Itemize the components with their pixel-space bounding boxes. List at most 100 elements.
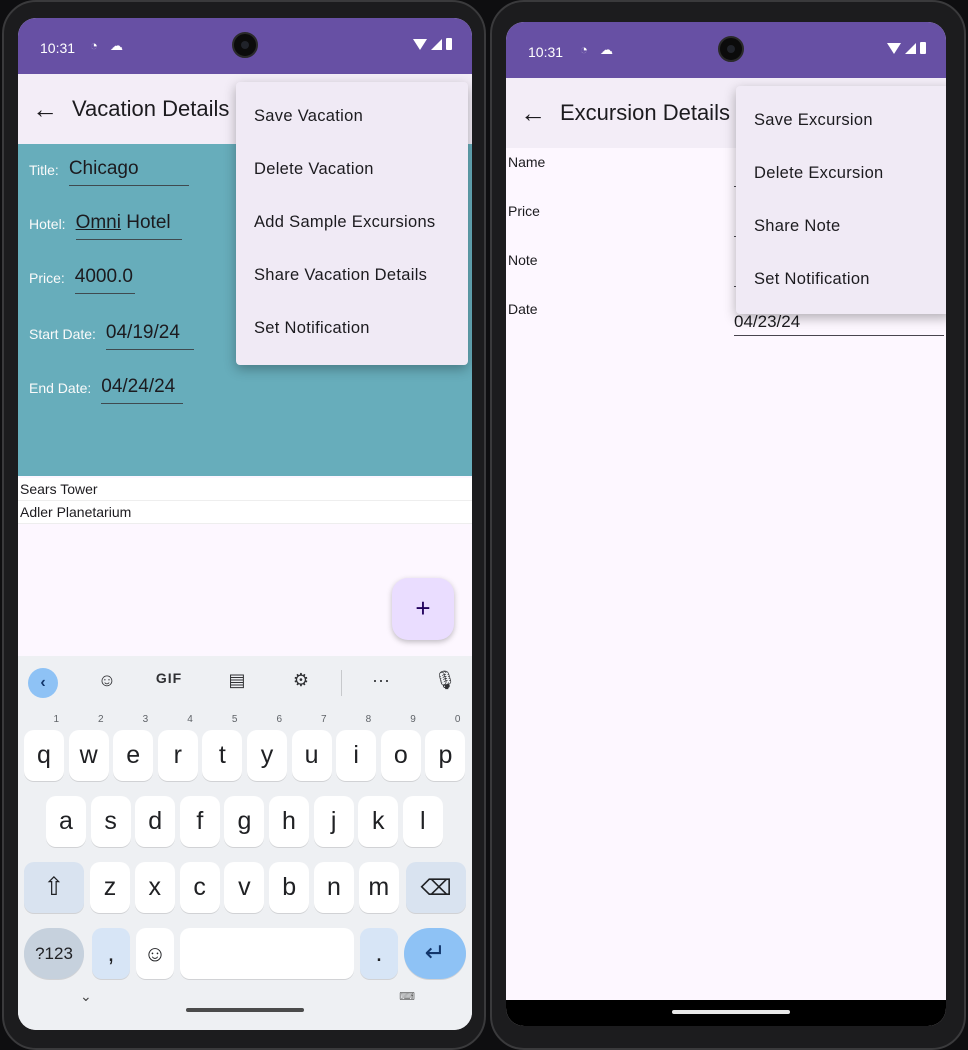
hotel-input[interactable]: Omni Hotel	[75, 212, 182, 240]
shift-key[interactable]: ⇧	[24, 862, 84, 913]
end-date-input[interactable]: 04/24/24	[101, 376, 184, 404]
key-m[interactable]: m	[358, 862, 399, 913]
title-input[interactable]: Chicago	[68, 158, 189, 186]
menu-item-set-notification[interactable]: Set Notification	[236, 302, 468, 355]
key-q[interactable]: q1	[24, 714, 64, 781]
vacation-overflow-menu: Save Vacation Delete Vacation Add Sample…	[236, 82, 468, 365]
key-b[interactable]: b	[269, 862, 310, 913]
list-item[interactable]: Sears Tower	[18, 478, 472, 501]
backspace-key[interactable]: ⌫	[406, 862, 466, 913]
key-c[interactable]: c	[179, 862, 220, 913]
home-pill[interactable]	[672, 1010, 790, 1014]
menu-item-set-notification[interactable]: Set Notification	[736, 253, 946, 306]
date-value[interactable]: 04/23/24	[734, 312, 800, 332]
key-z[interactable]: z	[90, 862, 130, 913]
cloud-icon: ☁	[110, 38, 123, 53]
date-input-line	[734, 335, 944, 336]
key-i[interactable]: i8	[336, 714, 377, 781]
key-hint: 7	[321, 714, 327, 725]
price-label: Price	[508, 203, 540, 219]
back-arrow-icon[interactable]: ←	[18, 94, 72, 125]
start-date-input[interactable]: 04/19/24	[105, 322, 194, 350]
key-e[interactable]: e3	[113, 714, 154, 781]
key-s[interactable]: s	[90, 796, 131, 847]
key-d[interactable]: d	[135, 796, 176, 847]
menu-item-save-excursion[interactable]: Save Excursion	[736, 94, 946, 147]
keyboard-switch-icon[interactable]: ⌨	[399, 990, 415, 1003]
menu-item-delete-vacation[interactable]: Delete Vacation	[236, 143, 468, 196]
key-label: q	[37, 741, 51, 769]
key-k[interactable]: k	[358, 796, 399, 847]
status-time: 10:31	[528, 44, 564, 60]
chevron-left-icon[interactable]: ‹	[28, 668, 58, 698]
excursion-overflow-menu: Save Excursion Delete Excursion Share No…	[736, 86, 946, 314]
key-h[interactable]: h	[269, 796, 309, 847]
soft-keyboard: ‹ ☺ GIF ▤ ⚙ ··· 🎙 q1w2e3r4t5y6u7i8o9p0 a…	[18, 656, 472, 1030]
date-label: Date	[508, 301, 538, 317]
battery-icon	[920, 42, 926, 54]
home-pill[interactable]	[186, 1008, 304, 1012]
hotel-label: Hotel:	[29, 216, 66, 232]
menu-item-delete-excursion[interactable]: Delete Excursion	[736, 147, 946, 200]
key-hint: 3	[142, 714, 149, 725]
key-a[interactable]: a	[46, 796, 86, 847]
key-p[interactable]: p0	[425, 714, 466, 781]
key-g[interactable]: g	[224, 796, 265, 847]
signal-icon	[431, 38, 442, 50]
note-label: Note	[508, 252, 538, 268]
key-hint: 1	[53, 714, 59, 725]
menu-item-share-note[interactable]: Share Note	[736, 200, 946, 253]
hide-keyboard-chevron-icon[interactable]: ⌄	[80, 988, 92, 1005]
key-hint: 2	[98, 714, 104, 725]
key-o[interactable]: o9	[380, 714, 421, 781]
settings-gear-icon[interactable]: ⚙	[286, 670, 316, 691]
start-date-label: Start Date:	[29, 326, 96, 342]
key-x[interactable]: x	[134, 862, 175, 913]
key-label: y	[260, 741, 274, 769]
page-title: Vacation Details	[72, 96, 230, 121]
key-j[interactable]: j	[313, 796, 354, 847]
list-item[interactable]: Adler Planetarium	[18, 501, 472, 524]
gif-button[interactable]: GIF	[154, 670, 184, 686]
status-bar: 10:31 ◔ ☁	[506, 22, 946, 78]
system-icons	[887, 42, 926, 54]
microphone-icon[interactable]: 🎙	[430, 670, 460, 691]
key-label: u	[304, 741, 319, 769]
key-hint: 0	[454, 714, 461, 725]
navigation-bar: ⌄ ⌨	[18, 966, 472, 1030]
hotel-value-rest: Hotel	[120, 212, 171, 233]
key-w[interactable]: w2	[68, 714, 109, 781]
end-date-label: End Date:	[29, 380, 92, 396]
key-f[interactable]: f	[179, 796, 220, 847]
key-r[interactable]: r4	[157, 714, 198, 781]
clipboard-icon[interactable]: ▤	[222, 670, 252, 691]
toolbar-divider	[341, 670, 342, 696]
key-label: o	[393, 741, 408, 769]
key-t[interactable]: t5	[202, 714, 243, 781]
more-button[interactable]: ···	[366, 670, 396, 691]
key-l[interactable]: l	[402, 796, 443, 847]
add-excursion-button[interactable]: +	[392, 578, 454, 640]
key-n[interactable]: n	[314, 862, 354, 913]
key-u[interactable]: u7	[291, 714, 332, 781]
status-time: 10:31	[40, 40, 76, 56]
key-label: r	[173, 741, 182, 769]
back-arrow-icon[interactable]: ←	[506, 98, 560, 129]
key-label: t	[218, 741, 226, 769]
keyboard-toolbar: ‹ ☺ GIF ▤ ⚙ ··· 🎙	[18, 656, 472, 710]
key-label: e	[126, 741, 141, 769]
price-input[interactable]: 4000.0	[74, 266, 135, 294]
end-date-field-row: End Date: 04/24/24	[29, 376, 184, 404]
vacation-screen: 10:31 ◔ ☁ ← Vacation Details Title: Chic…	[18, 18, 472, 1030]
menu-item-add-sample-excursions[interactable]: Add Sample Excursions	[236, 196, 468, 249]
menu-item-save-vacation[interactable]: Save Vacation	[236, 90, 468, 143]
key-y[interactable]: y6	[247, 714, 287, 781]
key-label: p	[438, 741, 453, 769]
excursion-list: Sears Tower Adler Planetarium	[18, 478, 472, 524]
menu-item-share-vacation-details[interactable]: Share Vacation Details	[236, 249, 468, 302]
sticker-icon[interactable]: ☺	[92, 670, 122, 691]
name-label: Name	[508, 154, 546, 170]
page-title: Excursion Details	[560, 100, 730, 125]
key-label: w	[79, 741, 98, 769]
key-v[interactable]: v	[224, 862, 265, 913]
